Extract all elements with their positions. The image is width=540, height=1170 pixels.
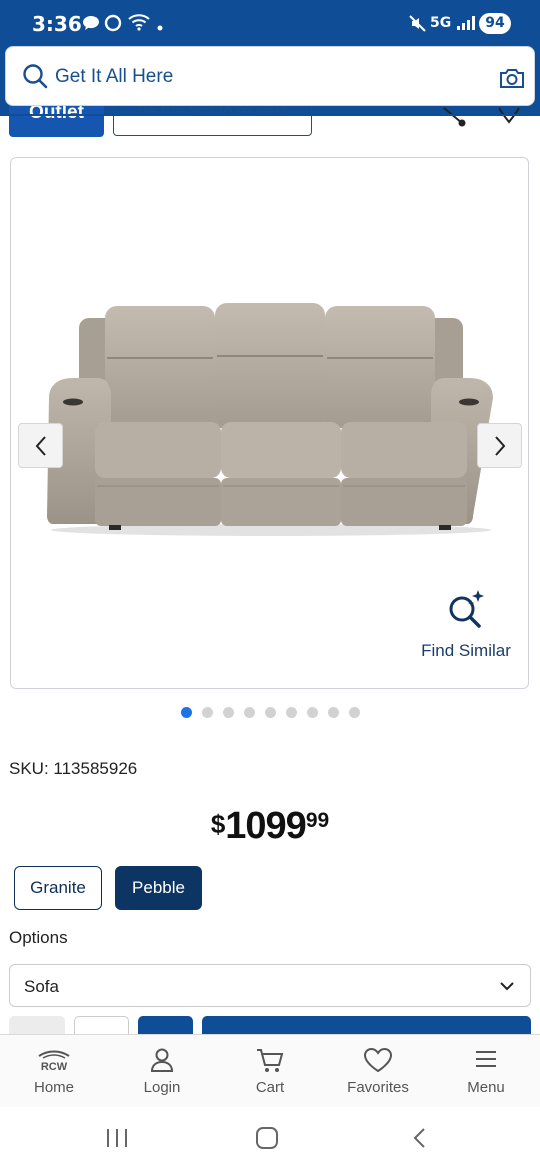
- assistant-icon: [104, 14, 122, 37]
- carousel-dot[interactable]: [328, 707, 339, 718]
- options-label: Options: [9, 928, 68, 947]
- price-cents: 99: [305, 809, 330, 832]
- options-selected-value: Sofa: [24, 977, 59, 996]
- home-button-icon[interactable]: [255, 1127, 279, 1149]
- add-to-cart-row: [0, 1016, 540, 1034]
- nav-menu[interactable]: Menu: [432, 1035, 540, 1108]
- add-to-cart-button[interactable]: [202, 1016, 531, 1034]
- carousel-dot[interactable]: [286, 707, 297, 718]
- network-type: 5G: [430, 15, 452, 31]
- nav-menu-label: Menu: [467, 1079, 505, 1096]
- camera-icon[interactable]: [499, 67, 525, 94]
- product-image-gallery[interactable]: Find Similar: [10, 157, 529, 689]
- price: $109999: [0, 805, 540, 848]
- carousel-dot[interactable]: [244, 707, 255, 718]
- nav-favorites-label: Favorites: [347, 1079, 409, 1096]
- nav-login[interactable]: Login: [108, 1035, 216, 1108]
- search-icon[interactable]: [22, 63, 48, 94]
- share-icon[interactable]: [442, 106, 468, 133]
- status-bar: 3:36 5G 94: [0, 0, 540, 42]
- find-similar-label: Find Similar: [421, 641, 511, 660]
- dot-icon: [157, 18, 163, 36]
- chevron-right-icon: [494, 435, 505, 456]
- battery-level: 94: [479, 13, 511, 34]
- search-input[interactable]: Get It All Here: [5, 46, 535, 106]
- status-time: 3:36: [32, 12, 82, 36]
- bottom-nav: RCW Home Login Cart Favorites Menu: [0, 1034, 540, 1107]
- nav-login-label: Login: [143, 1079, 181, 1096]
- quantity-input[interactable]: [74, 1016, 129, 1034]
- swatch-granite[interactable]: Granite: [14, 866, 102, 910]
- nav-home-label: Home: [33, 1079, 74, 1096]
- review-button[interactable]: Be the first to review!: [113, 106, 312, 136]
- swatch-pebble[interactable]: Pebble: [115, 866, 202, 910]
- sofa-image: [47, 303, 493, 536]
- price-currency: $: [210, 809, 226, 839]
- header-divider: [0, 114, 540, 116]
- search-placeholder: Get It All Here: [55, 66, 174, 87]
- nav-favorites[interactable]: Favorites: [324, 1035, 432, 1108]
- wifi-icon: [128, 13, 150, 36]
- product-header-row: Outlet Be the first to review!: [0, 106, 540, 140]
- previous-image-button[interactable]: [18, 423, 63, 468]
- nav-cart-label: Cart: [255, 1079, 285, 1096]
- chat-icon: [82, 15, 100, 36]
- carousel-dots: [181, 707, 360, 719]
- user-icon: [150, 1048, 174, 1072]
- search-bar-container: Get It All Here: [0, 42, 540, 116]
- price-dollars: 1099: [225, 805, 307, 847]
- nav-cart[interactable]: Cart: [216, 1035, 324, 1108]
- carousel-dot[interactable]: [265, 707, 276, 718]
- rcw-logo-icon: RCW: [38, 1050, 70, 1071]
- recent-apps-icon[interactable]: [105, 1127, 129, 1149]
- chevron-left-icon: [35, 435, 46, 456]
- carousel-dot[interactable]: [307, 707, 318, 718]
- favorite-icon[interactable]: [497, 106, 521, 133]
- carousel-dot[interactable]: [202, 707, 213, 718]
- next-image-button[interactable]: [477, 423, 522, 468]
- options-select[interactable]: Sofa: [9, 964, 531, 1007]
- carousel-dot[interactable]: [349, 707, 360, 718]
- rcw-brand-text: RCW: [41, 1061, 68, 1071]
- heart-icon: [363, 1047, 393, 1073]
- visual-search-icon: [449, 590, 484, 628]
- quantity-decrease-button[interactable]: [9, 1016, 65, 1034]
- cart-icon: [257, 1049, 284, 1072]
- outlet-badge[interactable]: Outlet: [9, 106, 104, 137]
- nav-home[interactable]: RCW Home: [0, 1035, 108, 1108]
- signal-icon: [457, 16, 475, 35]
- hamburger-menu-icon: [476, 1051, 496, 1067]
- system-nav-bar: [0, 1107, 540, 1170]
- chevron-down-icon: [500, 982, 514, 991]
- back-button-icon[interactable]: [410, 1127, 428, 1149]
- find-similar-button[interactable]: Find Similar: [411, 588, 521, 661]
- carousel-dot[interactable]: [223, 707, 234, 718]
- carousel-dot[interactable]: [181, 707, 192, 718]
- sku-text: SKU: 113585926: [9, 759, 138, 778]
- quantity-increase-button[interactable]: [138, 1016, 193, 1034]
- mute-icon: [409, 15, 426, 37]
